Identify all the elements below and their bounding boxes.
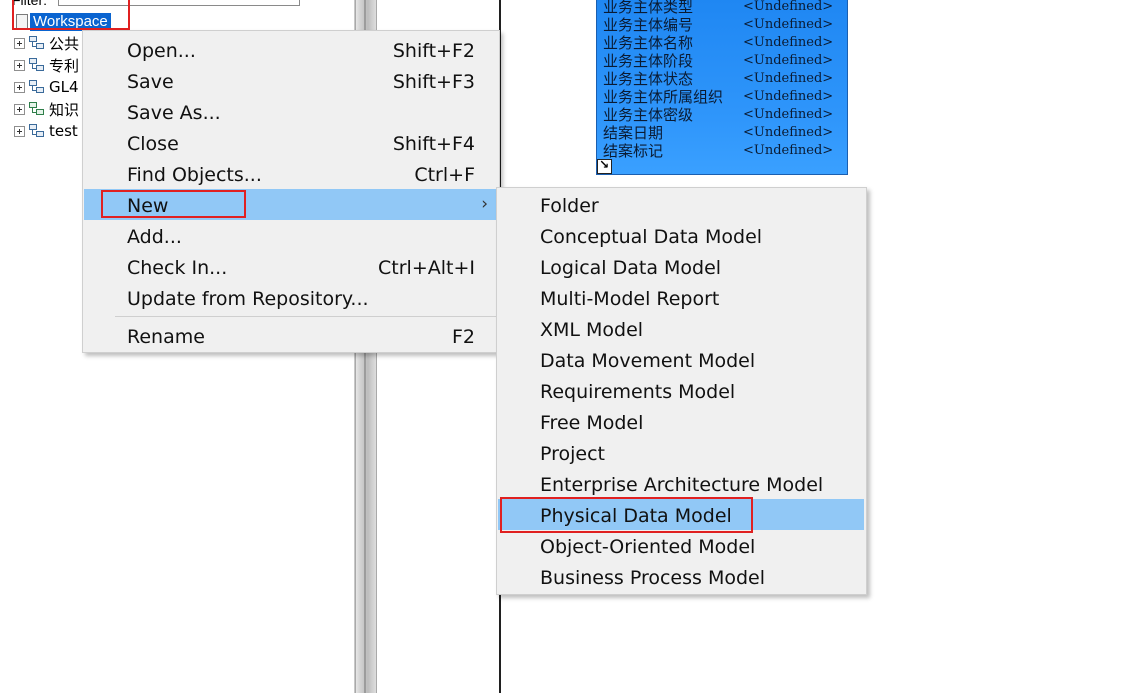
- submenu-item-label: Conceptual Data Model: [540, 226, 763, 248]
- model-icon: [28, 35, 46, 51]
- submenu-arrow-icon: ›: [481, 194, 488, 214]
- model-icon: [28, 123, 46, 139]
- menu-item-label: Add...: [127, 226, 182, 248]
- menu-item-shortcut: Shift+F4: [392, 133, 475, 155]
- menu-item-close[interactable]: Close Shift+F4: [84, 127, 498, 158]
- tree-node-label: 专利: [49, 56, 80, 75]
- submenu-item-project[interactable]: Project: [498, 437, 864, 468]
- menu-item-shortcut: Shift+F2: [392, 40, 475, 62]
- expand-icon[interactable]: [14, 81, 25, 93]
- menu-item-label: Rename: [127, 326, 205, 348]
- tree-node-label: test: [49, 122, 78, 140]
- submenu-item-conceptual-data-model[interactable]: Conceptual Data Model: [498, 220, 864, 251]
- submenu-item-enterprise-architecture-model[interactable]: Enterprise Architecture Model: [498, 468, 864, 499]
- tree-node-label: 知识: [49, 100, 80, 119]
- submenu-item-logical-data-model[interactable]: Logical Data Model: [498, 251, 864, 282]
- model-icon: [28, 79, 46, 95]
- menu-item-shortcut: Ctrl+F: [414, 164, 475, 186]
- attribute-type: <Undefined>: [743, 106, 834, 122]
- physical-data-model-annotation-box: [500, 497, 753, 533]
- attribute-type: <Undefined>: [743, 70, 834, 86]
- submenu-item-label: Logical Data Model: [540, 257, 722, 279]
- menu-item-label: Find Objects...: [127, 164, 262, 186]
- submenu-item-label: Folder: [540, 195, 599, 217]
- attribute-type: <Undefined>: [743, 16, 834, 32]
- attribute-name: 结案标记: [603, 141, 664, 160]
- menu-item-label: Update from Repository...: [127, 288, 369, 310]
- tree-node-label: 公共: [49, 34, 80, 53]
- expand-icon[interactable]: [14, 37, 25, 49]
- submenu-item-label: Free Model: [540, 412, 644, 434]
- model-icon: [28, 57, 46, 73]
- submenu-item-label: Business Process Model: [540, 567, 765, 589]
- menu-item-find-objects[interactable]: Find Objects... Ctrl+F: [84, 158, 498, 189]
- submenu-item-data-movement-model[interactable]: Data Movement Model: [498, 344, 864, 375]
- menu-item-label: Save: [127, 71, 174, 93]
- submenu-item-label: Object-Oriented Model: [540, 536, 756, 558]
- menu-item-check-in[interactable]: Check In... Ctrl+Alt+I: [84, 251, 498, 282]
- tree-node-label: GL4: [49, 78, 79, 96]
- entity-attribute-row: 结案标记 <Undefined>: [603, 141, 839, 160]
- menu-item-shortcut: Ctrl+Alt+I: [378, 257, 475, 279]
- menu-item-open[interactable]: Open... Shift+F2: [84, 34, 498, 65]
- workspace-annotation-box: [12, 0, 130, 30]
- new-annotation-box: [101, 190, 246, 218]
- menu-item-update-from-repository[interactable]: Update from Repository...: [84, 282, 498, 313]
- menu-item-add[interactable]: Add...: [84, 220, 498, 251]
- menu-item-label: Close: [127, 133, 179, 155]
- entity-attribute-row: 结案日期 <Undefined>: [603, 123, 839, 142]
- attribute-type: <Undefined>: [743, 34, 834, 50]
- menu-item-shortcut: F2: [451, 326, 475, 348]
- entity-attribute-row: 业务主体状态 <Undefined>: [603, 69, 839, 88]
- entity-attribute-row: 业务主体密级 <Undefined>: [603, 105, 839, 124]
- new-submenu: Folder Conceptual Data Model Logical Dat…: [496, 187, 867, 595]
- shortcut-arrow-icon: [597, 159, 612, 174]
- clear-filter-icon[interactable]: ✖: [312, 0, 322, 3]
- refresh-icon[interactable]: ⟳: [332, 0, 342, 3]
- menu-item-label: Check In...: [127, 257, 228, 279]
- submenu-item-label: Enterprise Architecture Model: [540, 474, 824, 496]
- menu-item-label: Open...: [127, 40, 196, 62]
- submenu-item-label: Project: [540, 443, 606, 465]
- attribute-type: <Undefined>: [743, 142, 834, 158]
- submenu-item-requirements-model[interactable]: Requirements Model: [498, 375, 864, 406]
- menu-item-save-as[interactable]: Save As...: [84, 96, 498, 127]
- attribute-type: <Undefined>: [743, 0, 834, 14]
- menu-item-rename[interactable]: Rename F2: [84, 320, 498, 351]
- submenu-item-object-oriented-model[interactable]: Object-Oriented Model: [498, 530, 864, 561]
- entity-box[interactable]: 业务主体类型 <Undefined> 业务主体编号 <Undefined> 业务…: [596, 0, 848, 175]
- submenu-item-xml-model[interactable]: XML Model: [498, 313, 864, 344]
- submenu-item-free-model[interactable]: Free Model: [498, 406, 864, 437]
- expand-icon[interactable]: [14, 59, 25, 71]
- entity-attribute-row: 业务主体阶段 <Undefined>: [603, 51, 839, 70]
- attribute-type: <Undefined>: [743, 88, 834, 104]
- submenu-item-multi-model-report[interactable]: Multi-Model Report: [498, 282, 864, 313]
- submenu-item-label: XML Model: [540, 319, 644, 341]
- submenu-item-label: Multi-Model Report: [540, 288, 720, 310]
- menu-item-shortcut: Shift+F3: [392, 71, 475, 93]
- menu-separator: [115, 316, 497, 317]
- attribute-type: <Undefined>: [743, 52, 834, 68]
- model-green-icon: [28, 101, 46, 117]
- expand-icon[interactable]: [14, 125, 25, 137]
- entity-attribute-row: 业务主体所属组织 <Undefined>: [603, 87, 839, 106]
- submenu-item-business-process-model[interactable]: Business Process Model: [498, 561, 864, 592]
- submenu-item-label: Requirements Model: [540, 381, 736, 403]
- attribute-type: <Undefined>: [743, 124, 834, 140]
- submenu-item-folder[interactable]: Folder: [498, 189, 864, 220]
- entity-attribute-row: 业务主体名称 <Undefined>: [603, 33, 839, 52]
- submenu-item-label: Data Movement Model: [540, 350, 756, 372]
- entity-attribute-row: 业务主体编号 <Undefined>: [603, 15, 839, 34]
- expand-icon[interactable]: [14, 103, 25, 115]
- menu-item-save[interactable]: Save Shift+F3: [84, 65, 498, 96]
- menu-item-label: Save As...: [127, 102, 221, 124]
- app-window: Filter: ✖ ⟳ Workspace 公共 专利: [0, 0, 1129, 693]
